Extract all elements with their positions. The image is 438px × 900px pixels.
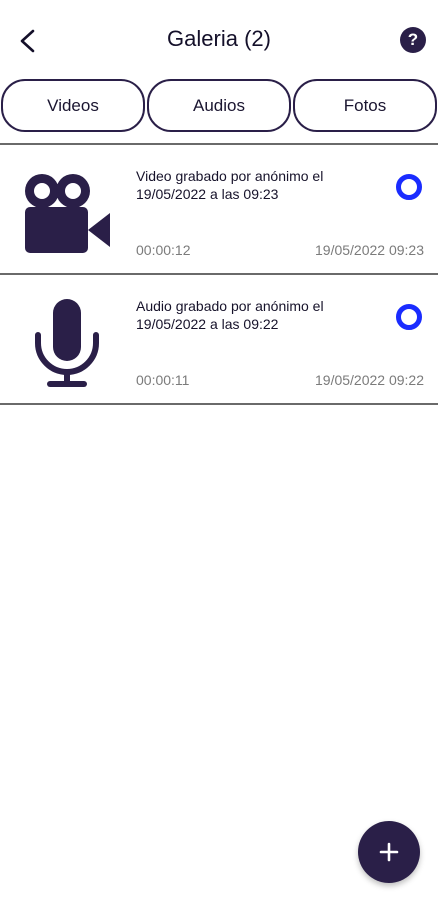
tab-fotos[interactable]: Fotos xyxy=(293,79,437,132)
help-label: ? xyxy=(407,30,419,49)
gallery-screen: Galeria (2) ? Videos Audios Fotos Video … xyxy=(0,0,438,900)
item-duration: 00:00:11 xyxy=(136,372,190,388)
tab-label: Videos xyxy=(47,95,99,115)
item-datetime: 19/05/2022 09:22 xyxy=(315,372,424,388)
header: Galeria (2) ? xyxy=(0,0,438,80)
divider xyxy=(0,403,438,405)
select-radio[interactable] xyxy=(396,174,422,200)
help-icon[interactable]: ? xyxy=(400,27,426,53)
tab-label: Audios xyxy=(193,95,245,115)
page-title: Galeria (2) xyxy=(167,26,271,51)
tab-bar: Videos Audios Fotos xyxy=(1,79,437,132)
item-description: Audio grabado por anónimo el 19/05/2022 … xyxy=(136,298,324,332)
item-datetime: 19/05/2022 09:23 xyxy=(315,242,424,258)
tab-videos[interactable]: Videos xyxy=(1,79,145,132)
tab-audios[interactable]: Audios xyxy=(147,79,291,132)
tab-label: Fotos xyxy=(343,95,387,115)
item-description: Video grabado por anónimo el 19/05/2022 … xyxy=(136,168,324,202)
plus-icon xyxy=(379,842,399,862)
video-camera-icon xyxy=(25,174,110,253)
select-radio[interactable] xyxy=(396,304,422,330)
add-button[interactable] xyxy=(358,821,420,883)
microphone-icon xyxy=(35,299,99,387)
list-item[interactable]: Video grabado por anónimo el 19/05/2022 … xyxy=(0,145,438,273)
recordings-list: Video grabado por anónimo el 19/05/2022 … xyxy=(0,143,438,405)
item-duration: 00:00:12 xyxy=(136,242,191,258)
list-item[interactable]: Audio grabado por anónimo el 19/05/2022 … xyxy=(0,275,438,403)
